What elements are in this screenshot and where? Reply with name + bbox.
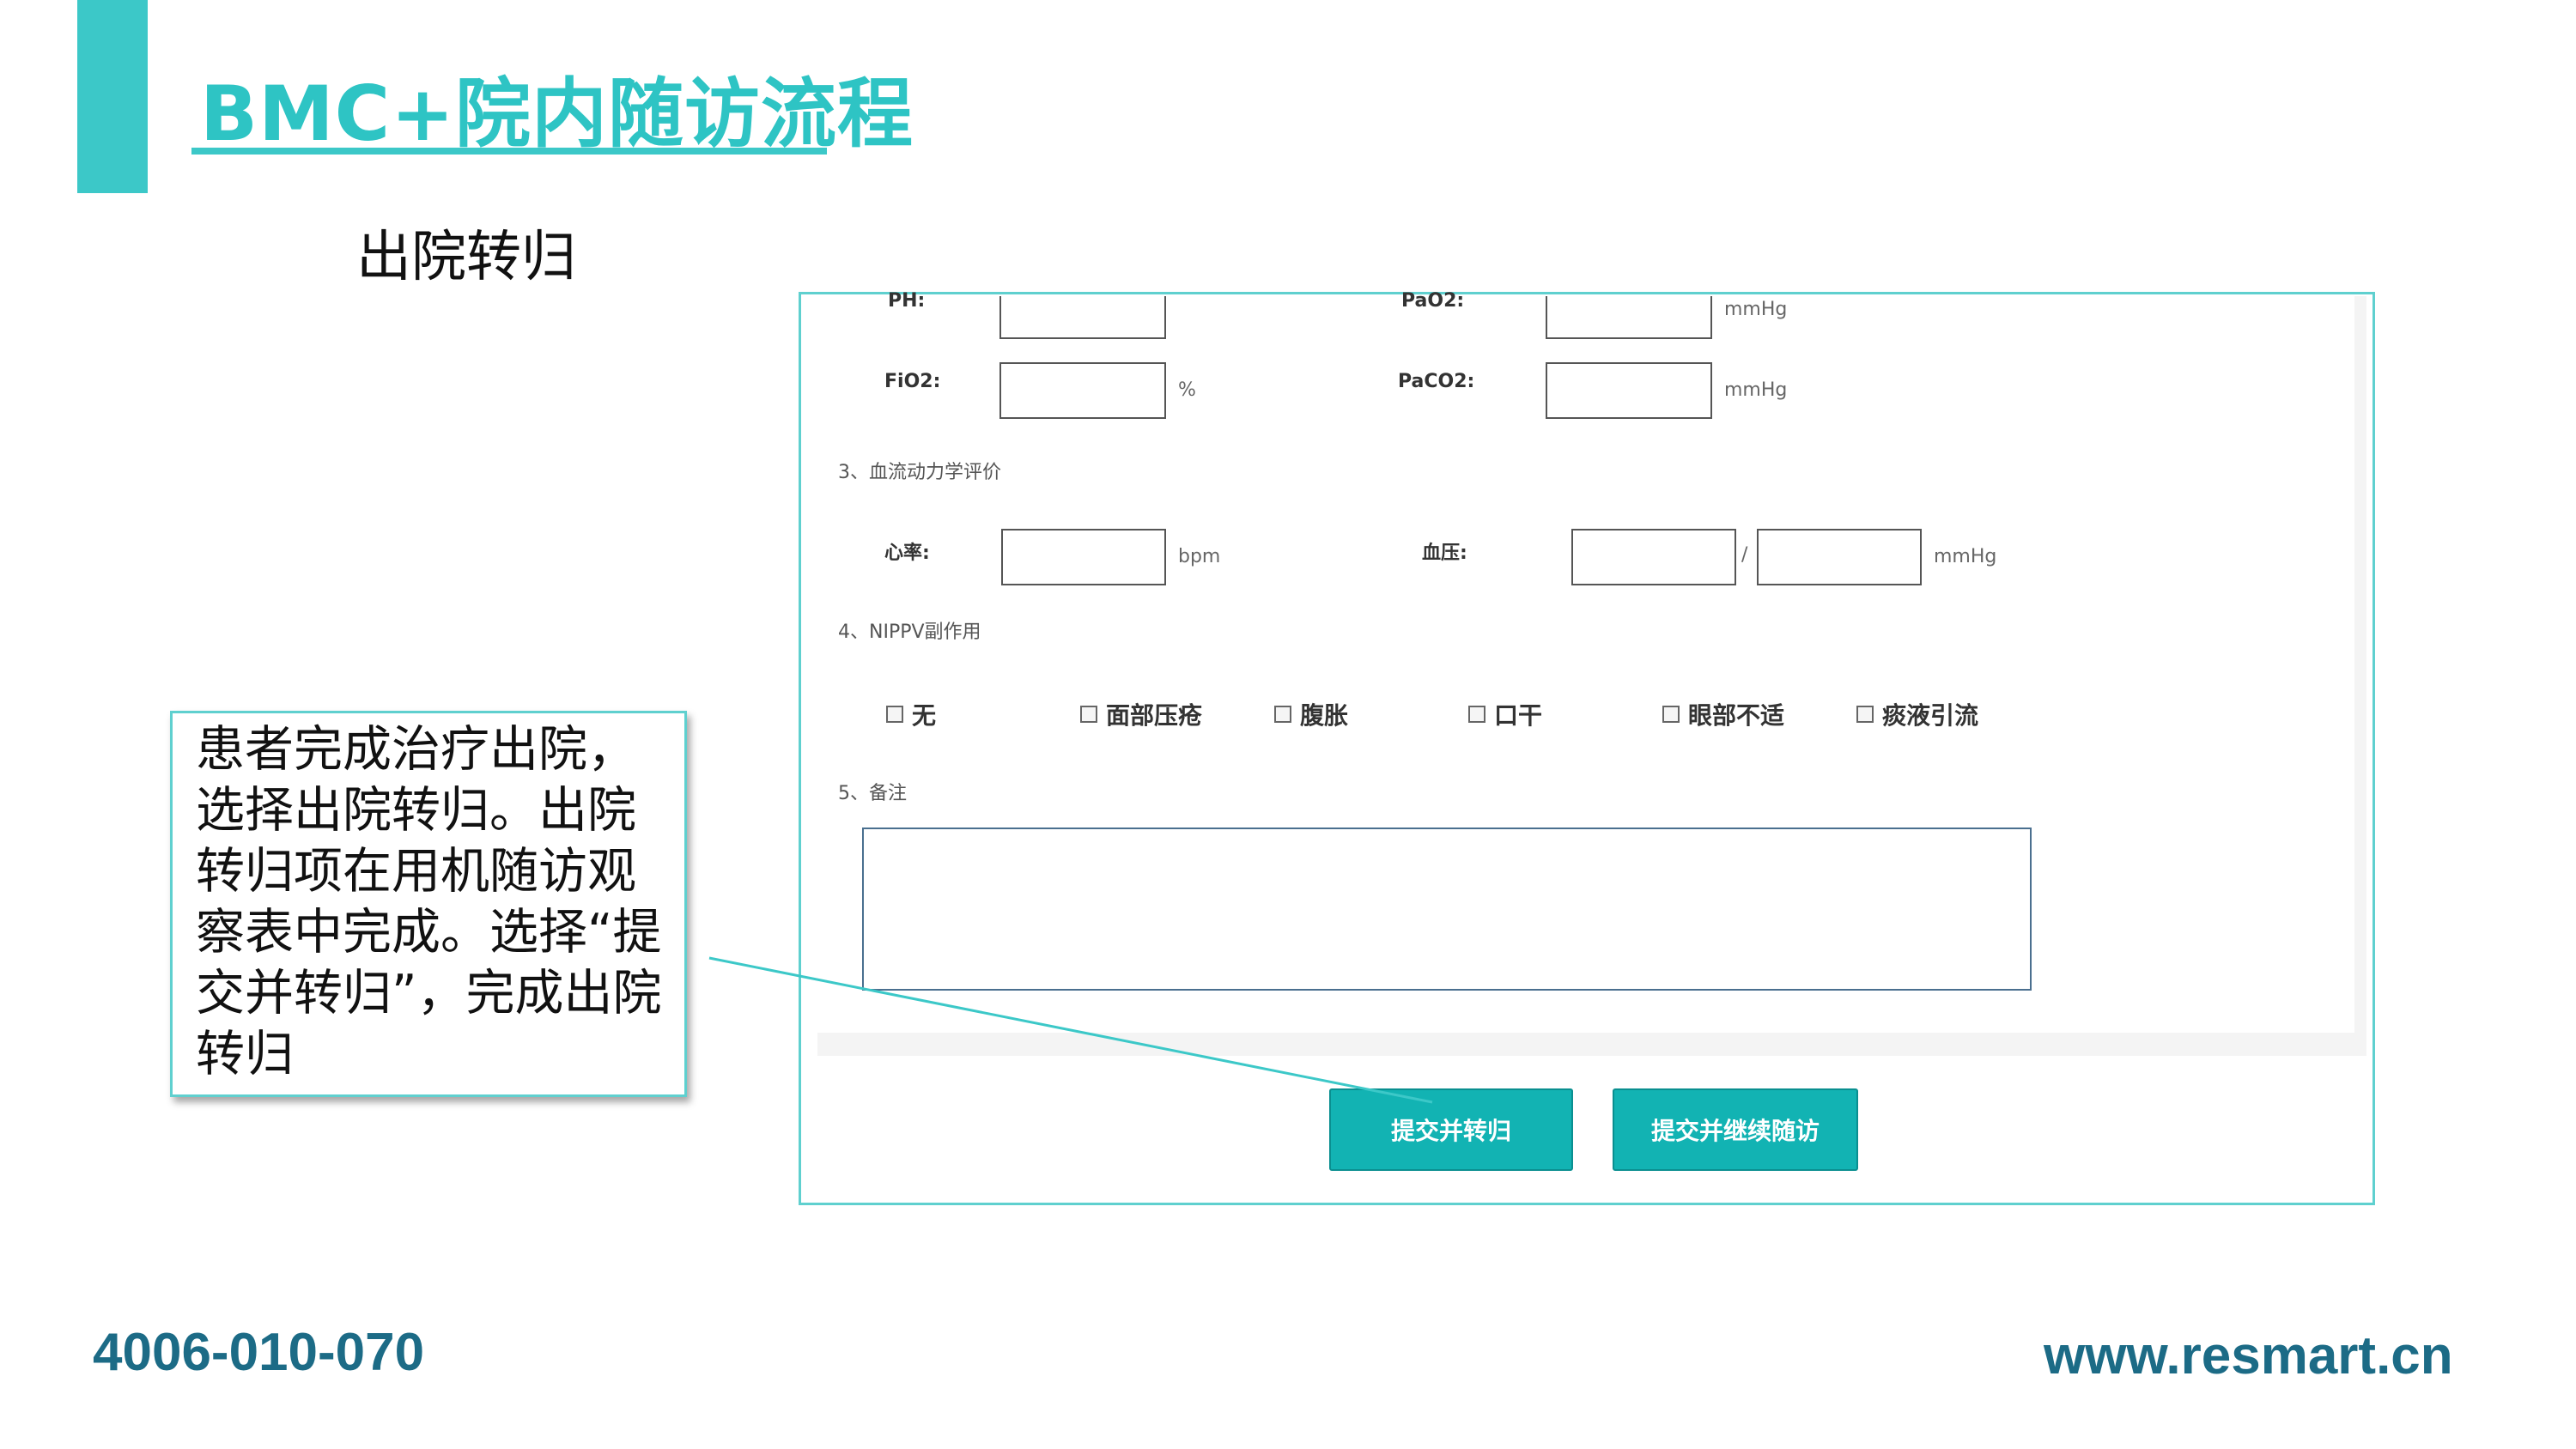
callout-text: 患者完成治疗出院，选择出院转归。出院转归项在用机随访观察表中完成。选择“提交并转… [196, 721, 662, 1082]
footer-website: www.resmart.cn [2044, 1326, 2453, 1385]
footer-phone: 4006-010-070 [93, 1323, 425, 1382]
